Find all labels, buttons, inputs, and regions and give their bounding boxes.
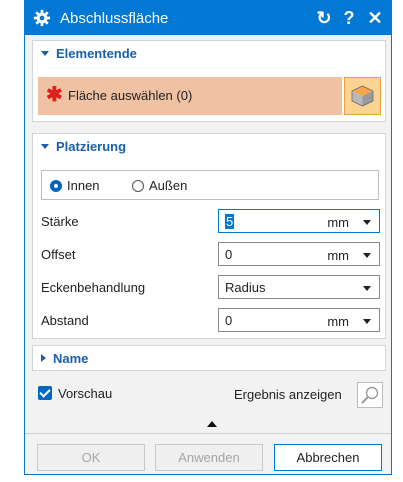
field-value: 0 (225, 247, 233, 262)
field-label-eckenbehandlung: Eckenbehandlung (41, 280, 146, 295)
select-face-label: Fläche auswählen (0) (68, 88, 193, 103)
offset-input[interactable]: 0 mm (218, 242, 380, 266)
section-header-name[interactable]: Name (41, 351, 88, 366)
checkbox-checked-icon (38, 386, 52, 400)
face-selection-button[interactable] (344, 77, 381, 115)
select-face-row[interactable]: ✱ Fläche auswählen (0) (38, 77, 342, 115)
eckenbehandlung-select[interactable]: Radius (218, 275, 380, 299)
preview-checkbox[interactable]: Vorschau (38, 386, 112, 401)
gear-icon (33, 9, 51, 27)
field-label-staerke: Stärke (41, 214, 79, 229)
unit-label: mm (327, 215, 349, 230)
ok-button[interactable]: OK (37, 444, 145, 471)
show-result-button[interactable] (357, 382, 383, 408)
abstand-input[interactable]: 0 mm (218, 308, 380, 332)
title-bar: Abschlussfläche ↻ ? ✕ (25, 1, 391, 35)
help-icon[interactable]: ? (338, 6, 360, 30)
divider (25, 433, 391, 434)
dialog-title: Abschlussfläche (60, 10, 169, 27)
radio-label: Innen (67, 178, 100, 193)
radio-label: Außen (149, 178, 188, 193)
staerke-input[interactable]: 5 mm (218, 209, 380, 233)
field-value: 5 (225, 214, 235, 229)
selected-text: 5 (225, 214, 235, 229)
section-platzierung: Platzierung Innen Außen Stärke 5 mm Offs… (32, 133, 386, 339)
section-title: Elementende (56, 46, 137, 61)
unit-label: mm (327, 248, 349, 263)
radio-aussen[interactable]: Außen (132, 178, 187, 193)
field-value: Radius (225, 280, 266, 295)
dialog: Abschlussfläche ↻ ? ✕ Elementende ✱ Fläc… (24, 0, 392, 475)
preview-label: Vorschau (58, 386, 113, 401)
cancel-button[interactable]: Abbrechen (274, 444, 382, 471)
face-icon (351, 85, 374, 107)
magnifier-icon (361, 386, 379, 404)
required-star-icon: ✱ (46, 84, 63, 106)
section-name: Name (32, 345, 386, 371)
chevron-right-icon (41, 354, 46, 362)
apply-button[interactable]: Anwenden (155, 444, 263, 471)
dropdown-arrow-icon[interactable] (363, 286, 371, 291)
radio-checked-icon (50, 180, 62, 192)
dropdown-arrow-icon[interactable] (363, 220, 371, 225)
radio-innen[interactable]: Innen (50, 178, 100, 193)
chevron-down-icon (41, 144, 49, 149)
section-header-elementende[interactable]: Elementende (41, 46, 137, 61)
section-title: Name (53, 351, 89, 366)
collapse-up-icon[interactable] (207, 421, 217, 427)
dropdown-arrow-icon[interactable] (363, 319, 371, 324)
close-icon[interactable]: ✕ (364, 6, 386, 30)
chevron-down-icon (41, 51, 49, 56)
unit-label: mm (327, 314, 349, 329)
dropdown-arrow-icon[interactable] (363, 253, 371, 258)
section-title: Platzierung (56, 139, 127, 154)
reset-icon[interactable]: ↻ (313, 6, 335, 30)
field-value: 0 (225, 313, 233, 328)
field-label-abstand: Abstand (41, 313, 89, 328)
radio-unchecked-icon (132, 180, 144, 192)
show-result-label: Ergebnis anzeigen (234, 387, 342, 402)
section-header-platzierung[interactable]: Platzierung (41, 139, 126, 154)
section-elementende: Elementende ✱ Fläche auswählen (0) (32, 40, 386, 122)
field-label-offset: Offset (41, 247, 76, 262)
radio-group: Innen Außen (41, 170, 379, 200)
